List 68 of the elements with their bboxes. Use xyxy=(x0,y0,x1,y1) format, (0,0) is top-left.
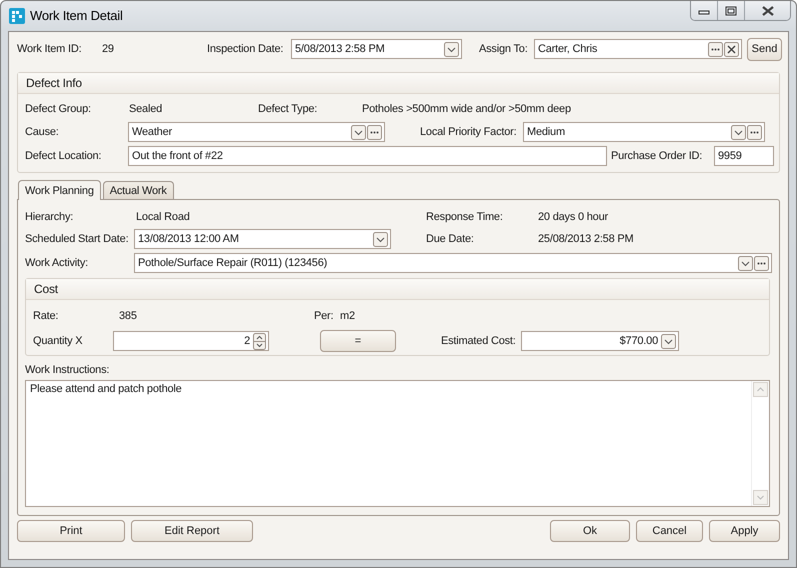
field-label: Defect Location: xyxy=(25,150,102,162)
field-value: 385 xyxy=(119,310,138,322)
dropdown-icon[interactable] xyxy=(731,124,746,140)
ellipsis-icon[interactable] xyxy=(747,124,762,140)
field-label: Work Activity: xyxy=(25,257,90,269)
purchase-order-field[interactable]: 9959 xyxy=(714,146,774,166)
maximize-button[interactable] xyxy=(718,1,745,20)
field-value: Potholes >500mm wide and/or >50mm deep xyxy=(362,103,571,115)
close-icon xyxy=(760,6,774,16)
field-value: 25/08/2013 2:58 PM xyxy=(538,233,634,245)
ellipsis-icon[interactable] xyxy=(367,124,382,140)
equals-button[interactable]: = xyxy=(320,330,396,352)
instructions-textarea[interactable]: Please attend and patch pothole xyxy=(25,380,770,507)
field-label: Cause: xyxy=(25,126,60,138)
send-button[interactable]: Send xyxy=(747,38,782,60)
dialog-button[interactable]: Cancel xyxy=(636,520,703,542)
ellipsis-icon[interactable] xyxy=(708,42,723,56)
maximize-icon xyxy=(725,6,737,16)
app-logo-icon xyxy=(9,8,25,24)
priority-dropdown[interactable]: Medium xyxy=(523,122,765,142)
quantity-spinner[interactable]: 2 xyxy=(113,331,269,351)
field-label: Defect Group: xyxy=(25,103,92,115)
close-icon[interactable] xyxy=(724,42,739,56)
dialog-button[interactable]: Ok xyxy=(550,520,630,542)
field-label: Local Priority Factor: xyxy=(420,126,518,138)
assignee-field[interactable]: Carter, Chris xyxy=(534,39,742,59)
tab[interactable]: Actual Work xyxy=(102,181,174,199)
field-label: Work Instructions: xyxy=(25,364,110,376)
dropdown-icon[interactable] xyxy=(351,124,366,140)
field-value: Sealed xyxy=(129,103,164,115)
section-title: Cost xyxy=(34,282,58,296)
dropdown-icon[interactable] xyxy=(738,256,753,270)
field-label: Estimated Cost: xyxy=(441,335,517,347)
date-field[interactable]: 13/08/2013 12:00 AM xyxy=(134,229,391,249)
spinner-arrows-icon[interactable] xyxy=(253,332,266,350)
field-value: 20 days 0 hour xyxy=(538,211,608,223)
field-label: Purchase Order ID: xyxy=(611,150,704,162)
footer-button[interactable]: Edit Report xyxy=(131,520,253,542)
dropdown-icon[interactable] xyxy=(444,42,459,56)
field-label: Assign To: xyxy=(479,43,529,55)
field-label: Response Time: xyxy=(426,211,504,223)
field-label: Rate: xyxy=(33,310,60,322)
ellipsis-icon[interactable] xyxy=(754,256,769,270)
field-value: m2 xyxy=(340,310,355,322)
dialog-button[interactable]: Apply xyxy=(709,520,780,542)
minimize-button[interactable] xyxy=(691,1,718,20)
cause-dropdown[interactable]: Weather xyxy=(128,122,385,142)
field-value: Local Road xyxy=(136,211,191,223)
dropdown-icon[interactable] xyxy=(661,334,676,348)
tab[interactable]: Work Planning xyxy=(18,180,101,200)
work-activity-dropdown[interactable]: Pothole/Surface Repair (R011) (123456) xyxy=(134,253,772,273)
field-label: Scheduled Start Date: xyxy=(25,233,130,245)
field-label: Quantity X xyxy=(33,335,84,347)
dropdown-icon[interactable] xyxy=(373,232,388,246)
location-field[interactable]: Out the front of #22 xyxy=(128,146,607,166)
field-value: 29 xyxy=(102,43,115,55)
field-label: Work Item ID: xyxy=(17,43,82,55)
field-label: Hierarchy: xyxy=(25,211,74,223)
close-button[interactable] xyxy=(745,1,790,20)
estimated-cost-field[interactable]: $770.00 xyxy=(521,331,679,351)
footer-button[interactable]: Print xyxy=(17,520,125,542)
field-label: Inspection Date: xyxy=(207,43,284,55)
date-field[interactable]: 5/08/2013 2:58 PM xyxy=(291,39,462,59)
section-title: Defect Info xyxy=(26,76,82,90)
field-label: Per: xyxy=(314,310,334,322)
field-label: Defect Type: xyxy=(258,103,318,115)
window-title: Work Item Detail xyxy=(30,8,123,23)
field-label: Due Date: xyxy=(426,233,475,245)
